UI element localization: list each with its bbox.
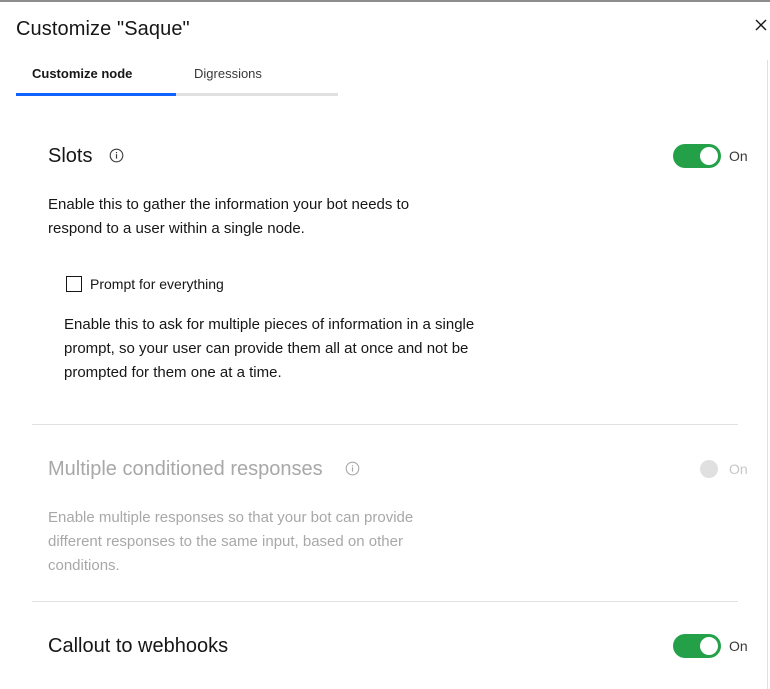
close-button[interactable]: [750, 14, 770, 36]
prompt-everything-description: Enable this to ask for multiple pieces o…: [64, 316, 475, 381]
toggle-knob: [700, 637, 718, 655]
webhooks-toggle-label: On: [729, 638, 748, 654]
prompt-everything-label[interactable]: Prompt for everything: [90, 276, 224, 292]
multiple-responses-title: Multiple conditioned responses: [48, 458, 323, 480]
webhooks-title: Callout to webhooks: [48, 635, 229, 657]
toggle-knob: [700, 147, 718, 165]
slots-title: Slots: [48, 145, 93, 167]
toggle-knob: [700, 460, 718, 478]
multiple-responses-toggle-label: On: [729, 461, 748, 477]
slots-toggle[interactable]: [673, 144, 721, 168]
tab-digressions[interactable]: Digressions: [176, 58, 338, 96]
multiple-responses-toggle: [673, 457, 721, 481]
scrollbar-track[interactable]: [767, 60, 768, 689]
top-border: [0, 0, 770, 2]
info-icon[interactable]: [109, 148, 124, 163]
multiple-responses-description: Enable multiple responses so that your b…: [48, 509, 414, 574]
modal-title: Customize "Saque": [16, 18, 190, 40]
slots-toggle-label: On: [729, 148, 748, 164]
tab-customize-node[interactable]: Customize node: [16, 58, 176, 96]
close-icon: [755, 19, 767, 31]
info-icon[interactable]: [345, 461, 360, 476]
tab-list: Customize node Digressions: [16, 58, 338, 96]
slots-description: Enable this to gather the information yo…: [48, 196, 410, 237]
section-divider: [32, 424, 738, 425]
section-divider: [32, 601, 738, 602]
prompt-everything-checkbox[interactable]: [66, 276, 82, 292]
webhooks-toggle[interactable]: [673, 634, 721, 658]
